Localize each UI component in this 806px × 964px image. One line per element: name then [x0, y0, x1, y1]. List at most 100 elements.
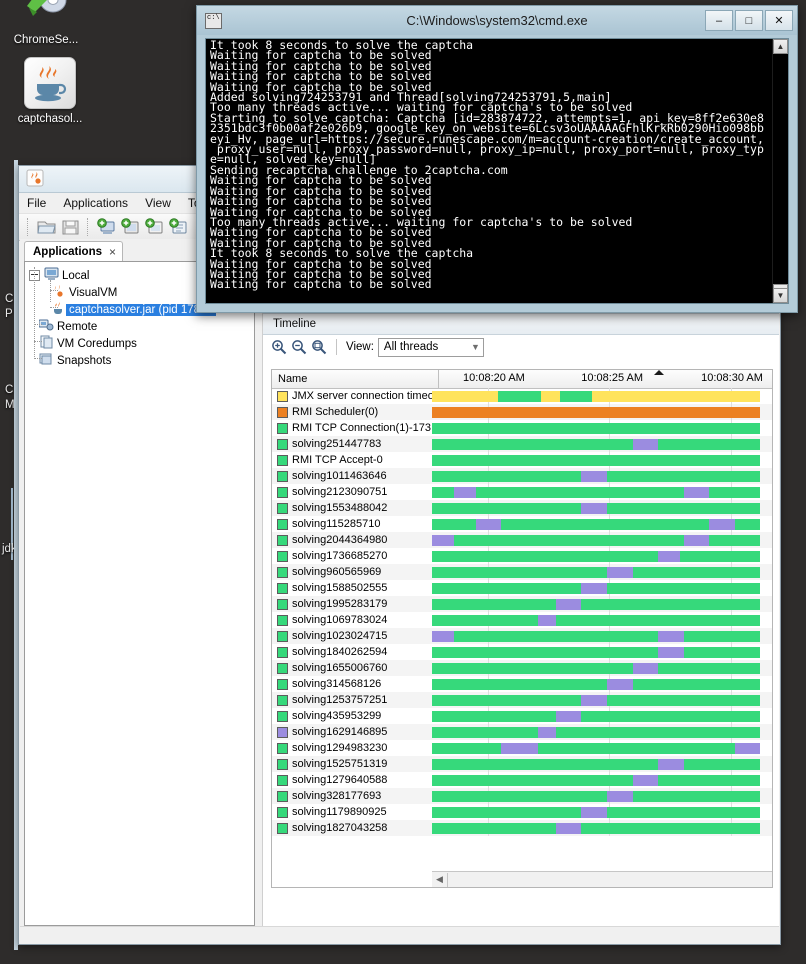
thread-timeline-track[interactable] [432, 564, 772, 580]
table-row[interactable]: RMI TCP Connection(1)-173.208.2 [272, 420, 772, 436]
tree-node-remote[interactable]: Remote [25, 318, 254, 335]
thread-timeline-track[interactable] [432, 644, 772, 660]
zoom-fit-icon[interactable] [311, 339, 327, 355]
thread-timeline-track[interactable] [432, 452, 772, 468]
maximize-button[interactable]: □ [735, 10, 763, 31]
thread-timeline-track[interactable] [432, 388, 772, 404]
table-row[interactable]: solving1069783024 [272, 612, 772, 628]
thread-timeline-track[interactable] [432, 708, 772, 724]
menu-applications[interactable]: Applications [61, 195, 130, 211]
table-row[interactable]: solving1023024715 [272, 628, 772, 644]
tree-node-snapshots[interactable]: Snapshots [25, 352, 254, 369]
thread-timeline-track[interactable] [432, 500, 772, 516]
add-remote-host-icon[interactable] [120, 217, 141, 237]
thread-state-swatch [277, 486, 288, 498]
tree-node-vm-coredumps[interactable]: VM Coredumps [25, 335, 254, 352]
thread-timeline-track[interactable] [432, 612, 772, 628]
thread-timeline-track[interactable] [432, 692, 772, 708]
table-row[interactable]: solving435953299 [272, 708, 772, 724]
table-row[interactable]: solving1011463646 [272, 468, 772, 484]
column-header-name[interactable]: Name [272, 370, 439, 388]
table-row[interactable]: solving1995283179 [272, 596, 772, 612]
timeline-segment-sleeping [632, 775, 659, 786]
scroll-down-icon[interactable]: ▼ [773, 288, 788, 303]
thread-timeline-track[interactable] [432, 404, 772, 420]
add-jmx-connection-icon[interactable] [96, 217, 117, 237]
thread-timeline-track[interactable] [432, 532, 772, 548]
close-button[interactable]: ✕ [765, 10, 793, 31]
thread-timeline-track[interactable] [432, 516, 772, 532]
zoom-out-icon[interactable] [291, 339, 307, 355]
threads-timeline-table[interactable]: Name 10:08:20 AM 10:08:25 AM 10:08:30 AM… [271, 369, 773, 888]
thread-timeline-track[interactable] [432, 596, 772, 612]
table-row[interactable]: RMI Scheduler(0) [272, 404, 772, 420]
cmd-window-buttons[interactable]: – □ ✕ [705, 10, 793, 31]
table-row[interactable]: solving1655006760 [272, 660, 772, 676]
table-row[interactable]: solving1253757251 [272, 692, 772, 708]
table-row[interactable]: solving2044364980 [272, 532, 772, 548]
table-row[interactable]: solving1840262594 [272, 644, 772, 660]
timeline-segment-running [559, 391, 593, 402]
thread-timeline-track[interactable] [432, 660, 772, 676]
thread-timeline-track[interactable] [432, 804, 772, 820]
thread-timeline-track[interactable] [432, 484, 772, 500]
thread-timeline-track[interactable] [432, 580, 772, 596]
table-row[interactable]: RMI TCP Accept-0 [272, 452, 772, 468]
applications-tree[interactable]: Local VisualVM captchasolver.jar (pid 17… [24, 261, 255, 926]
open-snapshot-icon[interactable] [36, 217, 57, 237]
table-row[interactable]: JMX server connection timeout 90 [272, 388, 772, 404]
thread-timeline-track[interactable] [432, 756, 772, 772]
thread-timeline-track[interactable] [432, 772, 772, 788]
table-row[interactable]: solving1736685270 [272, 548, 772, 564]
cmd-window[interactable]: C:\Windows\system32\cmd.exe – □ ✕ It too… [196, 5, 798, 313]
table-row[interactable]: solving1629146895 [272, 724, 772, 740]
thread-name-cell: solving1736685270 [272, 550, 432, 562]
tab-applications[interactable]: Applications × [24, 241, 124, 261]
heap-dump-icon[interactable] [144, 217, 165, 237]
scroll-up-icon[interactable]: ▲ [773, 39, 788, 54]
thread-timeline-track[interactable] [432, 436, 772, 452]
table-row[interactable]: solving314568126 [272, 676, 772, 692]
table-row[interactable]: solving960565969 [272, 564, 772, 580]
table-row[interactable]: solving2123090751 [272, 484, 772, 500]
menu-view[interactable]: View [143, 195, 173, 211]
thread-timeline-track[interactable] [432, 548, 772, 564]
table-row[interactable]: solving328177693 [272, 788, 772, 804]
desktop-icon-captchasolver[interactable]: captchasol... [8, 57, 92, 126]
table-row[interactable]: solving1827043258 [272, 820, 772, 836]
close-icon[interactable]: × [109, 245, 116, 259]
toolbar-separator [336, 339, 337, 355]
table-row[interactable]: solving1279640588 [272, 772, 772, 788]
thread-timeline-track[interactable] [432, 740, 772, 756]
thread-timeline-track[interactable] [432, 820, 772, 836]
timeline-segment-running [606, 695, 761, 706]
timeline-horizontal-scrollbar[interactable]: ◀ [432, 871, 772, 887]
thread-timeline-track[interactable] [432, 788, 772, 804]
zoom-in-icon[interactable] [271, 339, 287, 355]
menu-file[interactable]: File [25, 195, 48, 211]
scroll-left-icon[interactable]: ◀ [432, 872, 448, 887]
table-row[interactable]: solving1525751319 [272, 756, 772, 772]
thread-dump-icon[interactable] [168, 217, 189, 237]
cmd-console-body[interactable]: It took 8 seconds to solve the captcha W… [205, 38, 789, 304]
table-row[interactable]: solving115285710 [272, 516, 772, 532]
thread-timeline-track[interactable] [432, 724, 772, 740]
cmd-titlebar[interactable]: C:\Windows\system32\cmd.exe – □ ✕ [197, 6, 797, 35]
minimize-button[interactable]: – [705, 10, 733, 31]
table-row[interactable]: solving251447783 [272, 436, 772, 452]
java-icon [51, 301, 66, 318]
table-row[interactable]: solving1553488042 [272, 500, 772, 516]
timeline-toolbar[interactable]: View: All threads ▼ [263, 335, 779, 359]
thread-timeline-track[interactable] [432, 676, 772, 692]
thread-state-swatch [277, 630, 288, 642]
thread-timeline-track[interactable] [432, 628, 772, 644]
table-row[interactable]: solving1588502555 [272, 580, 772, 596]
table-row[interactable]: solving1179890925 [272, 804, 772, 820]
thread-timeline-track[interactable] [432, 468, 772, 484]
view-select[interactable]: All threads ▼ [377, 337, 484, 357]
save-snapshot-icon[interactable] [60, 217, 81, 237]
table-row[interactable]: solving1294983230 [272, 740, 772, 756]
desktop-icon-chrome[interactable]: ChromeSe... [4, 0, 88, 47]
console-scrollbar[interactable]: ▲ ■ ▼ [772, 39, 788, 303]
thread-timeline-track[interactable] [432, 420, 772, 436]
